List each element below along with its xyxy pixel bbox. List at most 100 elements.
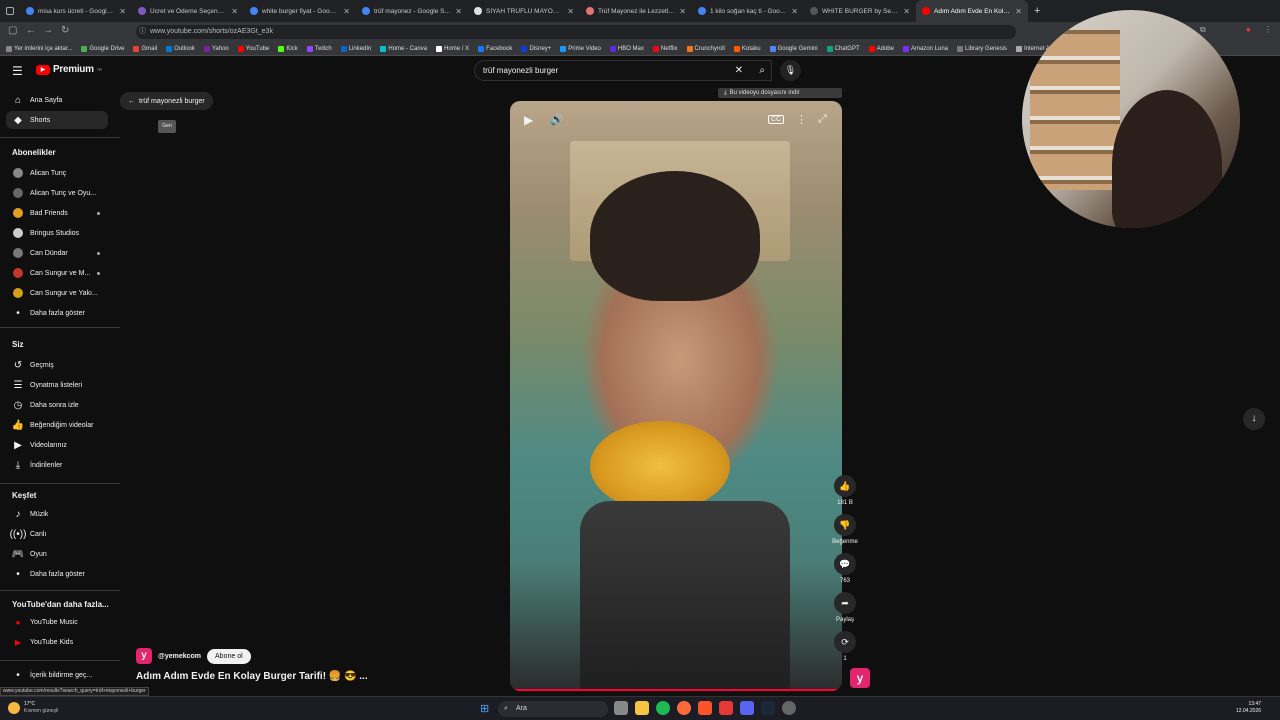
browser-tab[interactable]: WHITE BURGER by Serhat DOĞAN ✕ bbox=[804, 0, 916, 22]
clock[interactable]: 13:47 12.04.2026 bbox=[1236, 701, 1261, 715]
browser-tab[interactable]: Trüf Mayonez ile Lezzetli Yaratıcı✕ bbox=[580, 0, 692, 22]
bookmark-item[interactable]: LinkedIn bbox=[340, 45, 371, 52]
bookmark-item[interactable]: Facebook bbox=[478, 45, 512, 52]
channel-handle[interactable]: @yemekcom bbox=[158, 653, 201, 660]
play-icon[interactable]: ▶ bbox=[524, 113, 533, 127]
fullscreen-icon[interactable]: ⤢ bbox=[818, 113, 827, 126]
channel-avatar-small[interactable]: y bbox=[850, 668, 870, 688]
weather-widget[interactable]: 17°C Kısmen güneşli bbox=[8, 701, 58, 715]
sidebar-item[interactable]: Bringus Studios bbox=[6, 224, 108, 242]
sidebar-toggle-icon[interactable]: ▢ bbox=[8, 25, 17, 36]
tab-actions-icon[interactable] bbox=[0, 0, 20, 22]
share-button[interactable]: ➦ bbox=[834, 592, 856, 614]
like-button[interactable]: 👍 bbox=[834, 475, 856, 497]
bookmark-item[interactable]: Crunchyroll bbox=[686, 45, 725, 52]
url-bar[interactable]: ⓘ www.youtube.com/shorts/ozAE3Gt_e3k bbox=[136, 25, 1016, 39]
sidebar-item[interactable]: ◷ Daha sonra izle bbox=[6, 396, 108, 414]
sidebar-item[interactable]: ▶ YouTube Kids bbox=[6, 633, 108, 651]
bookmark-item[interactable]: Yahoo bbox=[203, 45, 229, 52]
back-search-chip[interactable]: ← trüf mayonezli burger bbox=[120, 92, 213, 110]
sidebar-item[interactable]: Alican Tunç bbox=[6, 164, 108, 182]
sidebar-item[interactable]: ▶ Videolarınız bbox=[6, 436, 108, 454]
more-options-icon[interactable]: ⋮ bbox=[796, 113, 807, 126]
short-video-player[interactable]: ▶ 🔊 CC ⋮ ⤢ bbox=[510, 101, 842, 691]
sidebar-item[interactable]: ↺ Geçmiş bbox=[6, 356, 108, 374]
browser-tab[interactable]: misa kurs ücreti - Google Search ✕ bbox=[20, 0, 132, 22]
youtube-premium-logo[interactable]: ▶ Premium TR bbox=[36, 64, 102, 75]
steam-icon[interactable] bbox=[761, 701, 775, 715]
spotify-icon[interactable] bbox=[656, 701, 670, 715]
download-video-badge[interactable]: ⤓ Bu videoyu dosyasını indir bbox=[718, 88, 842, 98]
sidebar-item[interactable]: ((•)) Canlı bbox=[6, 525, 108, 543]
bookmark-item[interactable]: Kotaku bbox=[733, 45, 761, 52]
start-icon[interactable]: ⊞ bbox=[480, 702, 489, 715]
tab-close-icon[interactable]: ✕ bbox=[791, 7, 798, 16]
microphone-icon[interactable]: 🎙 bbox=[780, 60, 801, 81]
tab-close-icon[interactable]: ✕ bbox=[679, 7, 686, 16]
next-short-button[interactable]: ↓ bbox=[1243, 408, 1265, 430]
hamburger-menu-icon[interactable]: ☰ bbox=[12, 64, 23, 78]
sidebar-item[interactable]: Alican Tunç ve Oyu... bbox=[6, 184, 108, 202]
bookmark-item[interactable]: Gmail bbox=[133, 45, 157, 52]
obs-icon[interactable] bbox=[782, 701, 796, 715]
tab-close-icon[interactable]: ✕ bbox=[343, 7, 350, 16]
bookmark-item[interactable]: Google Gemini bbox=[769, 45, 818, 52]
bookmark-item[interactable]: Home / X bbox=[436, 45, 469, 52]
subscribe-button[interactable]: Abone ol bbox=[207, 648, 251, 664]
file-explorer-icon[interactable] bbox=[635, 701, 649, 715]
sidebar-item[interactable]: ⌂ Ana Sayfa bbox=[6, 91, 108, 109]
extension-red-icon[interactable]: ● bbox=[1246, 25, 1251, 34]
sidebar-item[interactable]: • Daha fazla göster bbox=[6, 565, 108, 583]
sidebar-item[interactable]: Can Sungur ve Yakı... bbox=[6, 284, 108, 302]
back-arrow-icon[interactable]: ← bbox=[26, 25, 36, 36]
sidebar-item[interactable]: Can Dündar bbox=[6, 244, 108, 262]
bookmark-item[interactable]: Home - Canva bbox=[380, 45, 427, 52]
bookmark-item[interactable]: HBO Max bbox=[609, 45, 644, 52]
tab-close-icon[interactable]: ✕ bbox=[903, 7, 910, 16]
sidebar-section-title[interactable]: Keşfet bbox=[12, 491, 36, 500]
browser-tab[interactable]: 1 kilo soğan kaç tl - Google Search✕ bbox=[692, 0, 804, 22]
sidebar-item[interactable]: ● YouTube Music bbox=[6, 613, 108, 631]
browser-tab[interactable]: trüf mayonez - Google Search✕ bbox=[356, 0, 468, 22]
sidebar-section-title[interactable]: Abonelikler bbox=[12, 148, 56, 157]
bookmark-item[interactable]: Amazon Luna bbox=[902, 45, 948, 52]
bookmark-item[interactable]: Yer imlerini içe aktar... bbox=[6, 45, 72, 52]
volume-icon[interactable]: 🔊 bbox=[550, 113, 564, 126]
sidebar-item[interactable]: ◆ Shorts bbox=[6, 111, 108, 129]
bookmark-item[interactable]: Adobe bbox=[868, 45, 894, 52]
browser-tab[interactable]: SİYAH TRÜFLÜ MAYONEZ 255 G✕ bbox=[468, 0, 580, 22]
extensions-icon[interactable]: ⧉ bbox=[1200, 25, 1206, 35]
bookmark-item[interactable]: ChatGPT bbox=[826, 45, 860, 52]
browser-tab[interactable]: Ücret ve Ödeme Seçenekleri | Misa ✕ bbox=[132, 0, 244, 22]
discord-icon[interactable] bbox=[740, 701, 754, 715]
sidebar-item[interactable]: • İçerik bildirme geç... bbox=[6, 666, 108, 684]
site-info-icon[interactable]: ⓘ bbox=[139, 25, 146, 39]
sidebar-item[interactable]: ☰ Oynatma listeleri bbox=[6, 376, 108, 394]
short-title[interactable]: Adım Adım Evde En Kolay Burger Tarifi! 🍔… bbox=[136, 671, 368, 682]
sidebar-section-title[interactable]: Siz bbox=[12, 340, 24, 349]
bookmark-item[interactable]: Outlook bbox=[166, 45, 195, 52]
sidebar-item[interactable]: ♪ Müzik bbox=[6, 505, 108, 523]
firefox-icon[interactable] bbox=[677, 701, 691, 715]
sidebar-item[interactable]: ⤓ İndirilenler bbox=[6, 456, 108, 474]
browser-tab[interactable]: Adım Adım Evde En Kolay Burger ✕ bbox=[916, 0, 1028, 22]
bookmark-item[interactable]: Disney+ bbox=[521, 45, 551, 52]
bookmark-item[interactable]: YouTube bbox=[237, 45, 269, 52]
browser-tab[interactable]: white burger fiyat - Google Search ✕ bbox=[244, 0, 356, 22]
new-tab-icon[interactable]: + bbox=[1034, 5, 1040, 17]
menu-icon[interactable]: ⋮ bbox=[1264, 25, 1272, 34]
bookmark-item[interactable]: Kick bbox=[278, 45, 298, 52]
progress-bar[interactable] bbox=[510, 689, 842, 691]
bookmark-item[interactable]: Library Genesis bbox=[957, 45, 1007, 52]
sidebar-section-title[interactable]: YouTube'dan daha fazla... bbox=[12, 600, 109, 609]
dislike-button[interactable]: 👎 bbox=[834, 514, 856, 536]
brave-icon[interactable] bbox=[698, 701, 712, 715]
clear-search-icon[interactable]: ✕ bbox=[735, 61, 743, 80]
tab-close-icon[interactable]: ✕ bbox=[231, 7, 238, 16]
sidebar-item[interactable]: • Daha fazla göster bbox=[6, 304, 108, 322]
tab-close-icon[interactable]: ✕ bbox=[567, 7, 574, 16]
captions-icon[interactable]: CC bbox=[768, 115, 785, 124]
remix-button[interactable]: ⟳ bbox=[834, 631, 856, 653]
sidebar-item[interactable]: Can Sungur ve M... bbox=[6, 264, 108, 282]
tab-close-icon[interactable]: ✕ bbox=[119, 7, 126, 16]
